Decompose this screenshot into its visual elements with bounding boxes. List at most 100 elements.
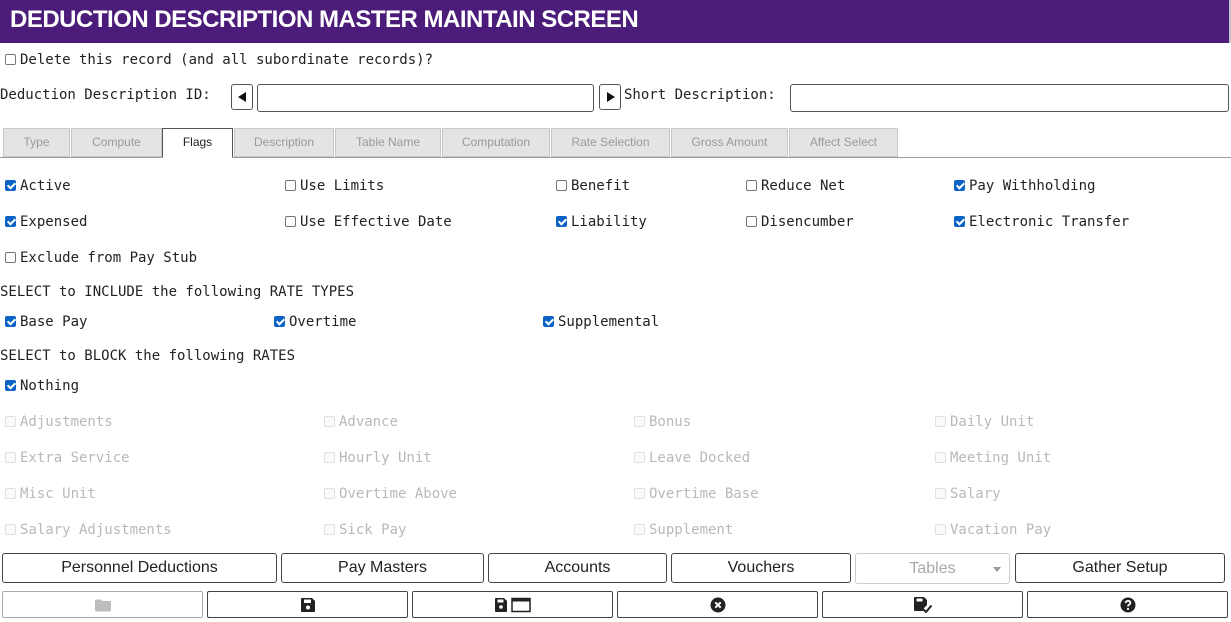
deduction-id-label: Deduction Description ID: (0, 87, 211, 103)
tables-select[interactable]: Tables (855, 553, 1010, 584)
short-description-input[interactable] (790, 84, 1229, 112)
expensed-label: Expensed (20, 214, 88, 230)
salary-adjustments-label: Salary Adjustments (20, 522, 172, 538)
active-checkbox[interactable] (5, 180, 16, 191)
open-button (2, 591, 203, 618)
liability-checkbox[interactable] (556, 216, 567, 227)
gather-setup-button[interactable]: Gather Setup (1015, 553, 1225, 583)
overtime-checkbox[interactable] (274, 316, 285, 327)
overtime-above-label: Overtime Above (339, 486, 458, 502)
meeting-unit-label: Meeting Unit (950, 450, 1052, 466)
tab-table-name[interactable]: Table Name (335, 128, 441, 157)
next-record-button[interactable] (599, 84, 621, 110)
leave-docked-checkbox (634, 452, 645, 463)
use-effective-date-label: Use Effective Date (300, 214, 452, 230)
save-button[interactable] (207, 591, 408, 618)
help-button[interactable] (1027, 591, 1228, 618)
save-and-close-icon (913, 596, 932, 613)
salary-label: Salary (950, 486, 1001, 502)
sick-pay-checkbox (324, 524, 335, 535)
reduce-net-label: Reduce Net (761, 178, 846, 194)
salary-adjustments-checkbox (5, 524, 16, 535)
advance-checkbox (324, 416, 335, 427)
hourly-unit-checkbox (324, 452, 335, 463)
benefit-label: Benefit (571, 178, 631, 194)
disencumber-checkbox[interactable] (746, 216, 757, 227)
supplement-checkbox (634, 524, 645, 535)
help-icon (1120, 597, 1135, 612)
supplemental-checkbox[interactable] (543, 316, 554, 327)
page-title: DEDUCTION DESCRIPTION MASTER MAINTAIN SC… (10, 6, 639, 33)
expensed-checkbox[interactable] (5, 216, 16, 227)
disencumber-label: Disencumber (761, 214, 854, 230)
title-bar: DEDUCTION DESCRIPTION MASTER MAINTAIN SC… (0, 0, 1231, 43)
use-limits-label: Use Limits (300, 178, 385, 194)
tab-affect-select[interactable]: Affect Select (789, 128, 898, 157)
overtime-base-checkbox (634, 488, 645, 499)
vouchers-button[interactable]: Vouchers (671, 553, 851, 583)
save-icon (300, 597, 315, 612)
meeting-unit-checkbox (935, 452, 946, 463)
short-description-label: Short Description: (624, 87, 776, 103)
active-label: Active (20, 178, 71, 194)
tab-gross-amount[interactable]: Gross Amount (671, 128, 788, 157)
arrow-right-icon (607, 92, 615, 102)
vacation-pay-checkbox (935, 524, 946, 535)
base-pay-label: Base Pay (20, 314, 88, 330)
save-and-new-button[interactable] (412, 591, 613, 618)
pay-withholding-checkbox[interactable] (954, 180, 965, 191)
previous-record-button[interactable] (231, 84, 253, 110)
daily-unit-label: Daily Unit (950, 414, 1035, 430)
use-effective-date-checkbox[interactable] (285, 216, 296, 227)
supplement-label: Supplement (649, 522, 734, 538)
leave-docked-label: Leave Docked (649, 450, 751, 466)
deduction-id-input[interactable] (257, 84, 594, 112)
vacation-pay-label: Vacation Pay (950, 522, 1052, 538)
save-and-close-button[interactable] (822, 591, 1023, 618)
overtime-base-label: Overtime Base (649, 486, 759, 502)
tab-compute[interactable]: Compute (71, 128, 162, 157)
salary-checkbox (935, 488, 946, 499)
supplemental-label: Supplemental (558, 314, 660, 330)
bonus-checkbox (634, 416, 645, 427)
block-rates-heading: SELECT to BLOCK the following RATES (0, 348, 296, 364)
electronic-transfer-label: Electronic Transfer (969, 214, 1130, 230)
save-and-new-icon (494, 597, 531, 612)
misc-unit-label: Misc Unit (20, 486, 96, 502)
adjustments-checkbox (5, 416, 16, 427)
tab-computation[interactable]: Computation (442, 128, 550, 157)
exclude-pay-stub-checkbox[interactable] (5, 252, 16, 263)
personnel-deductions-button[interactable]: Personnel Deductions (2, 553, 277, 583)
tables-select-value: Tables (909, 560, 956, 577)
include-rate-types-heading: SELECT to INCLUDE the following RATE TYP… (0, 284, 355, 300)
use-limits-checkbox[interactable] (285, 180, 296, 191)
nothing-label: Nothing (20, 378, 80, 394)
extra-service-checkbox (5, 452, 16, 463)
pay-masters-button[interactable]: Pay Masters (281, 553, 484, 583)
benefit-checkbox[interactable] (556, 180, 567, 191)
chevron-down-icon (993, 567, 1001, 572)
misc-unit-checkbox (5, 488, 16, 499)
accounts-button[interactable]: Accounts (488, 553, 667, 583)
tab-type[interactable]: Type (3, 128, 70, 157)
cancel-button[interactable] (617, 591, 818, 618)
arrow-left-icon (238, 92, 246, 102)
folder-icon (94, 599, 111, 611)
tab-rate-selection[interactable]: Rate Selection (551, 128, 670, 157)
hourly-unit-label: Hourly Unit (339, 450, 432, 466)
reduce-net-checkbox[interactable] (746, 180, 757, 191)
base-pay-checkbox[interactable] (5, 316, 16, 327)
overtime-above-checkbox (324, 488, 335, 499)
overtime-label: Overtime (289, 314, 357, 330)
extra-service-label: Extra Service (20, 450, 130, 466)
delete-record-label: Delete this record (and all subordinate … (20, 52, 434, 68)
nothing-checkbox[interactable] (5, 380, 16, 391)
tab-description[interactable]: Description (234, 128, 334, 157)
tab-flags[interactable]: Flags (162, 128, 233, 158)
cancel-icon (710, 597, 725, 612)
delete-record-checkbox[interactable] (5, 54, 16, 65)
electronic-transfer-checkbox[interactable] (954, 216, 965, 227)
advance-label: Advance (339, 414, 399, 430)
liability-label: Liability (571, 214, 647, 230)
exclude-pay-stub-label: Exclude from Pay Stub (20, 250, 198, 266)
